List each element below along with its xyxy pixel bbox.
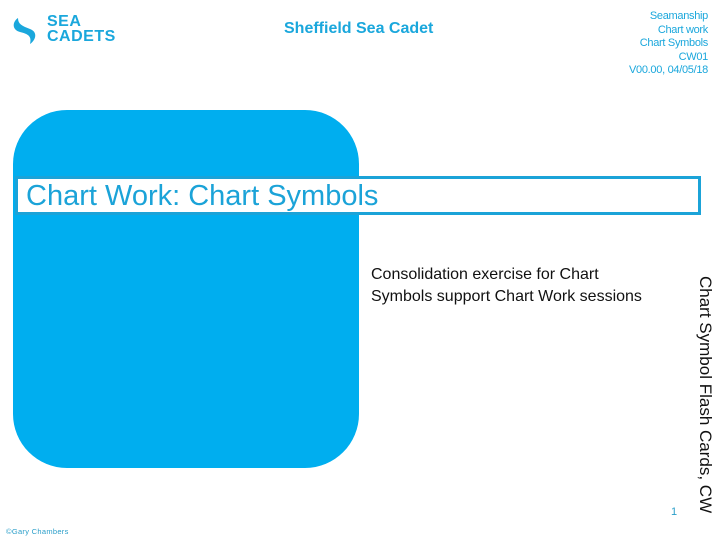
document-meta: Seamanship Chart work Chart Symbols CW01… [629,10,708,78]
meta-line-code: CW01 [678,50,709,63]
vertical-side-label: Chart Symbol Flash Cards, CW [696,276,715,514]
sea-cadets-logo: SEA CADETS [10,14,120,48]
sea-cadets-wave-icon [13,18,36,44]
meta-line-version: V00.00, 04/05/18 [629,64,708,76]
decorative-blue-panel [13,110,359,468]
meta-line-topic: Chart work [657,23,708,36]
copyright-notice: ©Gary Chambers [6,527,69,536]
logo-wordmark: SEA CADETS [47,13,116,45]
org-title: Sheffield Sea Cadet [284,20,434,37]
meta-line-subtopic: Chart Symbols [639,37,709,49]
slide-title-box: Chart Work: Chart Symbols [15,176,701,215]
slide-title: Chart Work: Chart Symbols [26,180,379,212]
page-number: 1 [671,506,678,518]
meta-line-subject: Seamanship [649,10,708,22]
slide-description: Consolidation exercise for Chart Symbols… [371,266,642,305]
logo-line-2: CADETS [47,28,116,45]
logo-line-1: SEA [47,13,82,30]
